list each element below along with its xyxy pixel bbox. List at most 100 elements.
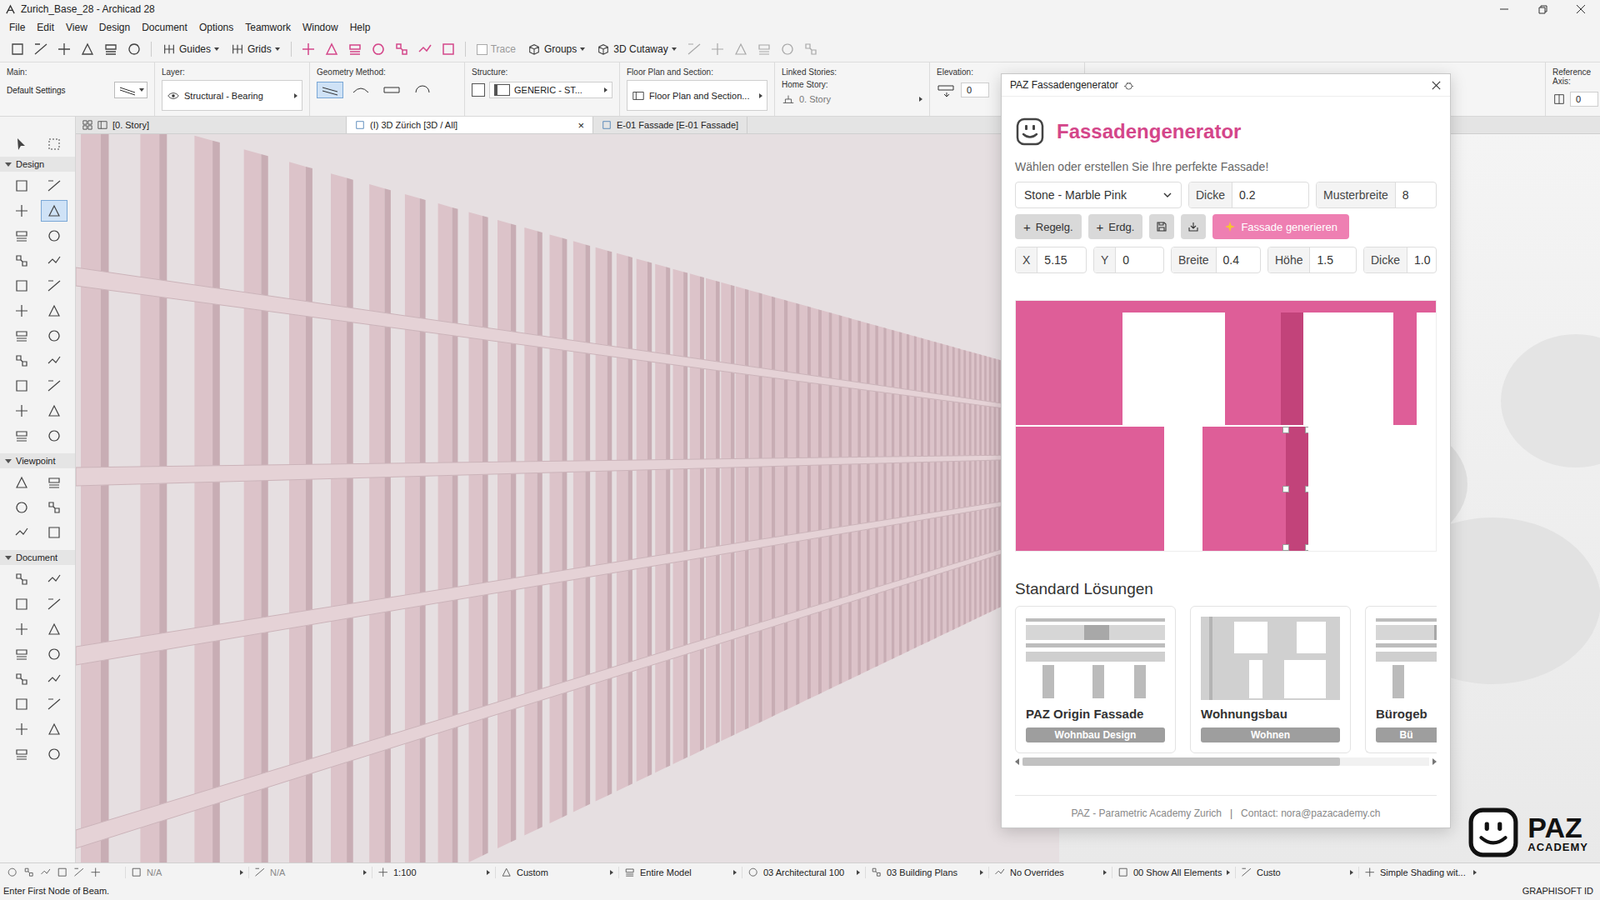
- tool-button[interactable]: [8, 400, 35, 422]
- default-settings[interactable]: Default Settings: [6, 85, 66, 95]
- nav-tool-icon[interactable]: [73, 866, 85, 879]
- addon-icon[interactable]: [322, 40, 341, 59]
- tool-button[interactable]: [40, 350, 68, 372]
- tool-button[interactable]: [40, 175, 68, 197]
- tool-button[interactable]: [40, 471, 68, 494]
- element-input[interactable]: X 5.15: [1015, 246, 1087, 274]
- toolbar-dropdown[interactable]: 3D Cutaway: [593, 40, 680, 58]
- close-icon[interactable]: [1561, 0, 1600, 19]
- tool-button[interactable]: [40, 225, 68, 247]
- minimize-icon[interactable]: [1485, 0, 1524, 19]
- tool-button[interactable]: [8, 425, 35, 447]
- tool-button[interactable]: [40, 618, 68, 640]
- nav-tool-icon[interactable]: [6, 866, 19, 879]
- facade-panel[interactable]: [1015, 300, 1123, 425]
- tool-button[interactable]: [8, 743, 35, 765]
- view-setting[interactable]: No Overrides: [988, 866, 1112, 879]
- addon-icon[interactable]: [415, 40, 435, 59]
- tab-close[interactable]: ×: [577, 119, 585, 132]
- geometry-method[interactable]: [347, 81, 375, 99]
- addon-icon[interactable]: [392, 40, 411, 59]
- addon-icon[interactable]: [439, 40, 458, 59]
- geometry-method[interactable]: [378, 81, 405, 99]
- tool-button[interactable]: [8, 521, 35, 544]
- graphisoft-id[interactable]: GRAPHISOFT ID: [1522, 885, 1594, 896]
- tool-button[interactable]: [8, 471, 35, 494]
- layer-field[interactable]: Structural - Bearing: [161, 80, 303, 111]
- tool-button[interactable]: [8, 200, 35, 222]
- tool-button[interactable]: [40, 496, 68, 519]
- tool-button[interactable]: [8, 275, 35, 297]
- tool-button[interactable]: [40, 200, 68, 222]
- tool-button[interactable]: [8, 225, 35, 247]
- cards-scrollbar[interactable]: [1015, 756, 1437, 767]
- facade-panel[interactable]: [1202, 426, 1286, 551]
- facade-opening[interactable]: [1122, 300, 1225, 425]
- toolbar-icon[interactable]: [755, 40, 774, 59]
- view-setting[interactable]: 03 Architectural 100: [741, 866, 865, 879]
- scroll-thumb[interactable]: [1022, 757, 1340, 766]
- tool-button[interactable]: [40, 718, 68, 740]
- toolbar-dropdown[interactable]: Grids: [227, 40, 284, 58]
- floor-plan-field[interactable]: Floor Plan and Section...: [626, 80, 768, 111]
- menu-item[interactable]: File: [3, 20, 31, 35]
- addon-icon[interactable]: [345, 40, 365, 59]
- toolbar-icon[interactable]: [685, 40, 704, 59]
- toolbar-icon[interactable]: [708, 40, 727, 59]
- nav-tool-icon[interactable]: [56, 866, 69, 879]
- tool-button[interactable]: [8, 375, 35, 397]
- save-button[interactable]: [1149, 214, 1175, 240]
- scroll-left-icon[interactable]: [1015, 758, 1020, 765]
- tool-button[interactable]: [8, 668, 35, 690]
- view-setting[interactable]: Custo: [1235, 866, 1359, 879]
- toolbar-dropdown[interactable]: Guides: [159, 40, 223, 58]
- element-input[interactable]: Höhe 1.5: [1267, 246, 1357, 274]
- menu-item[interactable]: View: [60, 20, 94, 35]
- view-setting[interactable]: Entire Model: [618, 866, 742, 879]
- facade-panel[interactable]: [1015, 426, 1165, 551]
- toolbar-dropdown[interactable]: Groups: [524, 40, 589, 58]
- marquee-tool-icon[interactable]: [46, 136, 62, 152]
- tool-button[interactable]: [40, 743, 68, 765]
- view-setting[interactable]: Simple Shading wit...: [1358, 866, 1482, 879]
- tool-button[interactable]: [40, 668, 68, 690]
- facade-dark[interactable]: [1285, 426, 1309, 551]
- beam-preview[interactable]: [114, 81, 148, 99]
- toolbox-section[interactable]: Viewpoint: [0, 453, 75, 469]
- tool-button[interactable]: [40, 375, 68, 397]
- tool-button[interactable]: [8, 175, 35, 197]
- toolbar-icon[interactable]: [101, 40, 120, 59]
- toolbar-icon[interactable]: [731, 40, 750, 59]
- pattern-width-input[interactable]: Musterbreite 8: [1315, 181, 1437, 209]
- close-icon[interactable]: [1430, 80, 1442, 91]
- toolbar-icon[interactable]: [8, 40, 27, 59]
- tool-button[interactable]: [8, 325, 35, 347]
- menu-item[interactable]: Teamwork: [239, 20, 297, 35]
- geometry-method[interactable]: [409, 81, 436, 99]
- selection-handle[interactable]: [1282, 544, 1290, 551]
- menu-item[interactable]: Help: [344, 20, 377, 35]
- facade-opening[interactable]: [1416, 300, 1436, 425]
- tool-button[interactable]: [40, 643, 68, 665]
- facade-opening[interactable]: [1308, 426, 1436, 551]
- nav-tool-icon[interactable]: [23, 866, 35, 879]
- tool-button[interactable]: [40, 521, 68, 544]
- tool-button[interactable]: [8, 300, 35, 322]
- tool-button[interactable]: [8, 593, 35, 615]
- reference-axis-input[interactable]: 0: [1570, 91, 1599, 107]
- view-setting[interactable]: 1:100: [371, 866, 495, 879]
- view-tab[interactable]: (I) 3D Zürich [3D / All] ×: [346, 116, 594, 134]
- toolbar-icon[interactable]: [78, 40, 97, 59]
- tool-button[interactable]: [8, 250, 35, 272]
- toolbar-icon[interactable]: [31, 40, 50, 59]
- home-story-row[interactable]: 0. Story: [781, 92, 923, 106]
- footer-contact[interactable]: Contact: nora@pazacademy.ch: [1240, 807, 1380, 820]
- tool-button[interactable]: [40, 250, 68, 272]
- menu-item[interactable]: Edit: [30, 20, 60, 35]
- tool-button[interactable]: [8, 496, 35, 519]
- facade-opening[interactable]: [1164, 426, 1203, 551]
- tool-button[interactable]: [8, 643, 35, 665]
- add-button[interactable]: + Erdg.: [1088, 214, 1144, 240]
- view-setting[interactable]: N/A: [125, 866, 249, 879]
- toolbar-checkbox[interactable]: Trace: [473, 41, 520, 57]
